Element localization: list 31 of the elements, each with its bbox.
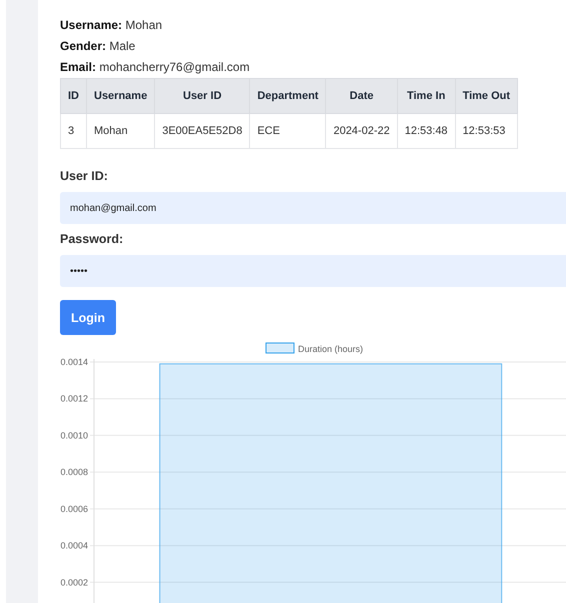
profile-line: Username: Mohan: [60, 17, 164, 34]
table-cell: 12:53:48: [397, 114, 456, 148]
column-header: ID: [60, 78, 86, 114]
column-header: Time In: [397, 78, 456, 114]
column-header: Time Out: [455, 78, 518, 114]
chart-legend: Duration (hours): [266, 342, 364, 354]
table-cell: ECE: [250, 114, 326, 148]
y-tick-label: 0.0002: [60, 577, 88, 588]
y-tick-label: 0.0012: [60, 394, 88, 404]
column-header: Date: [326, 78, 398, 114]
y-tick-label: 0.0014: [60, 357, 88, 367]
column-header: Username: [86, 78, 155, 114]
y-tick-label: 0.0004: [60, 540, 88, 551]
table-cell: Mohan: [86, 114, 155, 148]
table-cell: 3: [60, 114, 86, 148]
y-tick-label: 0.0008: [60, 467, 88, 478]
legend-label: Duration (hours): [298, 344, 364, 354]
login-button[interactable]: Login: [60, 300, 116, 335]
y-tick-label: 0.0010: [60, 430, 88, 440]
column-header: User ID: [154, 78, 250, 114]
input-field[interactable]: •••••: [60, 255, 566, 287]
table-cell: 2024-02-22: [326, 114, 398, 148]
input-field[interactable]: mohan@gmail.com: [60, 192, 566, 224]
profile-line: Email: mohancherry76@gmail.com: [60, 59, 251, 76]
field-label: Password:: [60, 232, 124, 246]
column-header: Department: [250, 78, 326, 114]
y-tick-label: 0.0006: [60, 504, 88, 514]
profile-line: Gender: Male: [60, 38, 136, 55]
table-cell: 12:53:53: [455, 114, 518, 148]
field-label: User ID:: [60, 169, 109, 183]
table-cell: 3E00EA5E52D8: [154, 114, 250, 148]
